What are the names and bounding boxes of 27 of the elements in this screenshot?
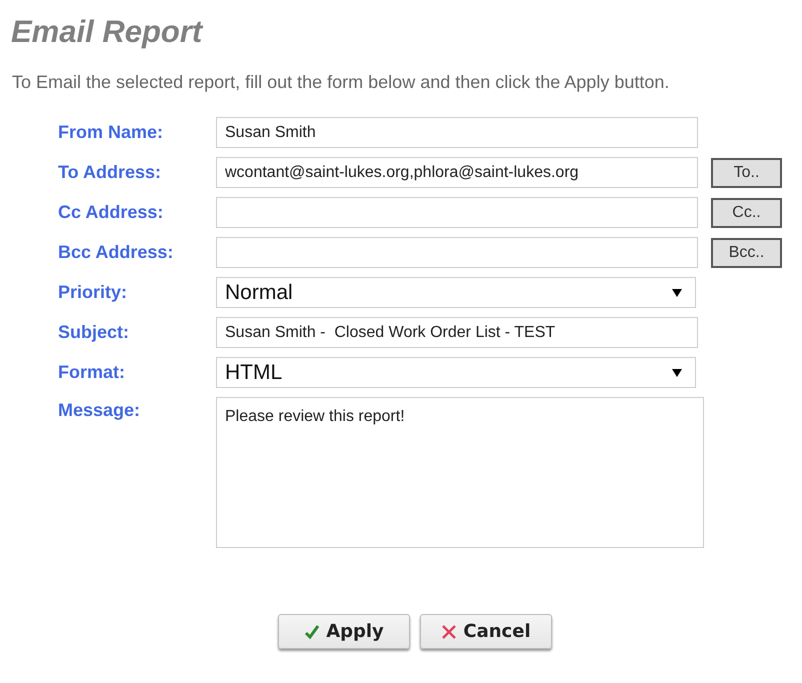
dropdown[interactable]: Normal [216,277,696,308]
address-button[interactable]: Cc.. [711,198,782,228]
input-field[interactable] [216,237,698,268]
close-icon [441,624,458,640]
field-label: Message: [58,399,142,421]
input-field[interactable]: Susan Smith [216,117,698,148]
caret-icon [671,288,683,298]
field-label: Cc Address: [58,202,164,223]
message-field[interactable]: Please review this report! [216,397,704,548]
field-label: Format: [58,362,126,383]
field-label: Bcc Address: [58,242,174,263]
field-label: To Address: [58,162,162,183]
checkmark-icon [304,624,320,640]
instructions-text: To Email the selected report, fill out the form below and then click the Apply button. [12,72,670,93]
apply-button[interactable]: Apply [278,614,410,649]
dropdown[interactable]: HTML [216,357,696,388]
address-button[interactable]: To.. [711,158,782,188]
input-field[interactable]: wcontant@saint-lukes.org,phlora@saint-lukes.org [216,157,698,188]
field-label: Priority: [58,282,128,303]
cancel-button[interactable]: Cancel [420,614,552,649]
address-button[interactable]: Bcc.. [711,238,782,268]
field-label: From Name: [58,122,164,143]
input-field[interactable] [216,197,698,228]
caret-icon [671,368,683,378]
input-field[interactable]: Susan Smith - Closed Work Order List - TEST [216,317,698,348]
page-title: Email Report [10,13,204,50]
field-label: Subject: [58,322,130,343]
